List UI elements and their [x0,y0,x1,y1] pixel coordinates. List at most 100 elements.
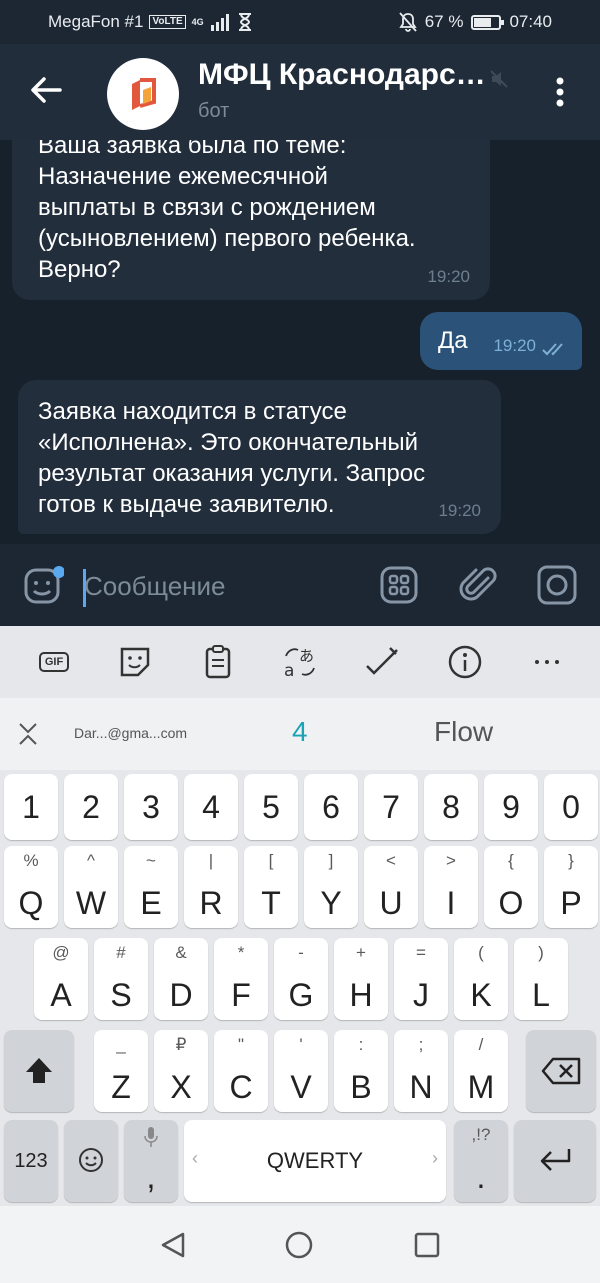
key-hint: [ [268,851,274,870]
emoji-icon[interactable] [22,564,64,606]
key-label: 8 [442,789,460,825]
space-key[interactable]: ‹ › QWERTY [184,1120,446,1202]
key-label: 7 [382,789,400,825]
key-2[interactable]: 2 [64,774,118,840]
key-8[interactable]: 8 [424,774,478,840]
sticker-icon[interactable] [117,644,153,680]
home-nav-icon[interactable] [284,1230,314,1260]
key-label: Z [111,1069,131,1105]
attach-paperclip-icon[interactable] [458,564,500,606]
key-label: J [413,977,429,1013]
handwriting-icon[interactable] [364,644,400,680]
key-label: 4 [202,789,220,825]
message-outgoing[interactable]: Да 19:20 [420,312,582,370]
video-message-icon[interactable] [536,564,578,606]
clipboard-icon[interactable] [200,644,236,680]
key-f[interactable]: * F [214,938,268,1020]
key-3[interactable]: 3 [124,774,178,840]
key-label: M [467,1069,495,1105]
collapse-chevron-icon[interactable] [16,720,40,748]
key-4[interactable]: 4 [184,774,238,840]
symbols-key[interactable]: 123 [4,1120,58,1202]
more-vertical-icon[interactable] [548,74,572,110]
key-hint: ₽ [175,1035,187,1054]
enter-key[interactable] [514,1120,596,1202]
back-arrow-icon[interactable] [26,70,66,110]
key-label: E [140,885,162,921]
key-label: 123 [14,1150,48,1172]
suggestion-number[interactable]: 4 [292,716,308,748]
key-label: X [170,1069,192,1105]
message-incoming[interactable]: Заявка находится в статусе «Исполнена». … [18,380,501,534]
key-i[interactable]: > I [424,846,478,928]
suggestion-word[interactable]: Flow [434,716,493,748]
key-g[interactable]: -G [274,938,328,1020]
key-k[interactable]: (K [454,938,508,1020]
key-p[interactable]: } P [544,846,598,928]
chat-title[interactable]: МФЦ Краснодарск... [198,58,488,92]
key-c[interactable]: " C [214,1030,268,1112]
bot-menu-icon[interactable] [378,564,420,606]
message-composer [0,544,600,626]
translate-icon[interactable]: a あ [282,644,318,680]
key-label: 3 [142,789,160,825]
avatar[interactable] [107,58,179,130]
key-label: A [50,977,72,1013]
key-n[interactable]: ; N [394,1030,448,1112]
shift-key[interactable] [4,1030,74,1112]
key-a[interactable]: @ A [34,938,88,1020]
key-z[interactable]: _ Z [94,1030,148,1112]
key-label: U [379,885,403,921]
suggestion-email[interactable]: Dar...@gma...com [74,725,187,741]
more-horizontal-icon[interactable] [529,644,565,680]
key-l[interactable]: ) L [514,938,568,1020]
key-w[interactable]: ^ W [64,846,118,928]
key-1[interactable]: 1 [4,774,58,840]
key-j[interactable]: = J [394,938,448,1020]
chat-area[interactable]: Ваша заявка была по теме: Назначение еже… [0,140,600,544]
key-t[interactable]: [T [244,846,298,928]
message-incoming[interactable]: Ваша заявка была по теме: Назначение еже… [12,140,490,300]
key-6[interactable]: 6 [304,774,358,840]
key-o[interactable]: {O [484,846,538,928]
key-label: C [229,1069,253,1105]
key-q[interactable]: % Q [4,846,58,928]
key-hint: = [416,943,426,962]
key-x[interactable]: ₽ X [154,1030,208,1112]
key-0[interactable]: 0 [544,774,598,840]
emoji-key[interactable] [64,1120,118,1202]
backspace-key[interactable] [526,1030,596,1112]
message-line: результат оказания услуги. Запрос [38,460,426,487]
key-label: I [446,885,456,921]
key-e[interactable]: ~ E [124,846,178,928]
period-key[interactable]: ,!?. [454,1120,508,1202]
key-hint: ^ [87,851,95,870]
key-7[interactable]: 7 [364,774,418,840]
key-h[interactable]: + H [334,938,388,1020]
recents-nav-icon[interactable] [412,1230,442,1260]
key-r[interactable]: | R [184,846,238,928]
key-9[interactable]: 9 [484,774,538,840]
message-input[interactable] [84,566,364,606]
key-u[interactable]: < U [364,846,418,928]
key-b[interactable]: :B [334,1030,388,1112]
comma-key[interactable]: , [124,1120,178,1202]
chat-subtitle: бот [198,100,230,122]
keyboard: GIF a あ Dar...@gma...com 4 Flow 1 2 3 4 … [0,626,600,1206]
gif-icon[interactable]: GIF [36,644,72,680]
key-v[interactable]: ' V [274,1030,328,1112]
key-label: F [231,977,251,1013]
key-s[interactable]: # S [94,938,148,1020]
key-hint: - [298,943,304,962]
hourglass-icon [238,13,251,31]
back-nav-icon[interactable] [158,1230,188,1260]
key-d[interactable]: & D [154,938,208,1020]
key-m[interactable]: / M [454,1030,508,1112]
key-5[interactable]: 5 [244,774,298,840]
signal-icon [210,14,229,31]
key-hint: # [116,943,126,962]
key-y[interactable]: ] Y [304,846,358,928]
key-hint: / [478,1035,484,1054]
info-icon[interactable] [447,644,483,680]
smiley-icon [79,1148,103,1172]
